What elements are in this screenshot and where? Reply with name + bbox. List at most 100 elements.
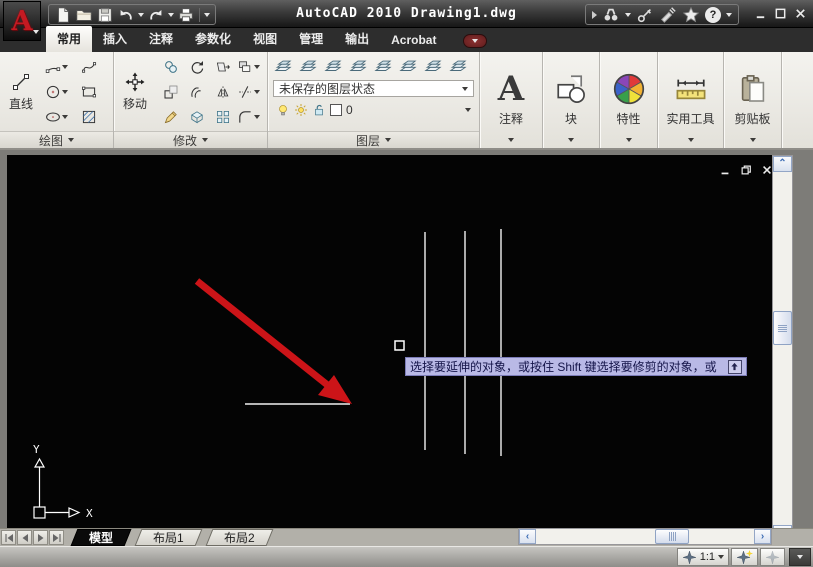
annotation-scale-icon bbox=[682, 550, 697, 565]
layer-unisolate-button[interactable] bbox=[396, 54, 420, 78]
rotate-button[interactable] bbox=[184, 54, 209, 79]
maximize-button[interactable] bbox=[774, 7, 787, 20]
scale-button[interactable] bbox=[158, 79, 183, 104]
panel-modify-footer[interactable]: 修改 bbox=[114, 131, 267, 148]
layer-isolate-button[interactable] bbox=[371, 54, 395, 78]
ucs-y-label: Y bbox=[33, 443, 40, 456]
panel-draw-label: 绘图 bbox=[39, 132, 63, 149]
first-tab-button[interactable] bbox=[1, 530, 16, 545]
close-button[interactable] bbox=[794, 7, 807, 20]
tab-home[interactable]: 常用 bbox=[46, 26, 92, 52]
panel-layers-footer[interactable]: 图层 bbox=[268, 131, 479, 148]
ellipse-button[interactable] bbox=[44, 104, 69, 129]
layer-off-button[interactable] bbox=[446, 54, 470, 78]
offset-button[interactable] bbox=[184, 79, 209, 104]
fillet-button[interactable] bbox=[236, 104, 261, 129]
layer-isolate-icon bbox=[374, 57, 392, 75]
panel-utilities-label: 实用工具 bbox=[666, 110, 714, 127]
ribbon-options-button[interactable] bbox=[463, 34, 487, 48]
tab-layout2-label: 布局2 bbox=[224, 529, 255, 546]
search-dropdown-icon[interactable] bbox=[625, 13, 631, 17]
layer-match-button[interactable] bbox=[321, 54, 345, 78]
autocad-window: A AutoCAD 2010 Drawing1.dwg ? bbox=[0, 0, 813, 567]
hatch-button[interactable] bbox=[76, 104, 101, 129]
fillet-icon bbox=[237, 109, 253, 125]
drawing-canvas[interactable]: Y X 选择要延伸的对象，或按住 Shift 键选择要修剪的对象，或 bbox=[7, 155, 772, 528]
tab-view[interactable]: 视图 bbox=[242, 26, 288, 52]
communication-center-icon[interactable] bbox=[659, 6, 677, 24]
tab-layout1[interactable]: 布局1 bbox=[135, 529, 203, 546]
tab-layout2[interactable]: 布局2 bbox=[205, 529, 273, 546]
scroll-right-button[interactable]: › bbox=[754, 529, 771, 544]
rectangle-button[interactable] bbox=[76, 79, 101, 104]
explode-button[interactable] bbox=[184, 104, 209, 129]
explode-icon bbox=[189, 109, 205, 125]
autoscale-icon bbox=[765, 550, 780, 565]
tab-manage[interactable]: 管理 bbox=[288, 26, 334, 52]
sparkle-icon bbox=[746, 550, 753, 557]
ribbon: 直线 绘图 移动 bbox=[0, 52, 813, 150]
panel-clipboard[interactable]: 剪贴板 bbox=[724, 52, 782, 148]
favorites-icon[interactable] bbox=[682, 6, 700, 24]
tab-acrobat[interactable]: Acrobat bbox=[380, 29, 447, 52]
panel-annotate[interactable]: A 注释 bbox=[480, 52, 543, 148]
dynamic-input-icon[interactable] bbox=[728, 360, 742, 374]
layer-properties-button[interactable] bbox=[271, 54, 295, 78]
next-tab-button[interactable] bbox=[33, 530, 48, 545]
status-bar-menu-button[interactable] bbox=[789, 548, 811, 566]
subscription-center-icon[interactable] bbox=[636, 6, 654, 24]
collapse-icon[interactable] bbox=[592, 11, 597, 19]
drawing-restore-button[interactable] bbox=[740, 164, 752, 176]
horizontal-scroll-thumb[interactable] bbox=[655, 529, 689, 544]
layer-previous-button[interactable] bbox=[346, 54, 370, 78]
trim-button[interactable] bbox=[236, 79, 261, 104]
tab-output[interactable]: 输出 bbox=[334, 26, 380, 52]
copy-button[interactable] bbox=[158, 54, 183, 79]
mirror-button[interactable] bbox=[210, 79, 235, 104]
erase-button[interactable] bbox=[158, 104, 183, 129]
annotation-visibility-button[interactable] bbox=[731, 548, 758, 566]
panel-utilities[interactable]: 实用工具 bbox=[658, 52, 724, 148]
vertical-scrollbar[interactable]: ⌃ ⌄ bbox=[772, 155, 793, 542]
layer-freeze-button[interactable] bbox=[421, 54, 445, 78]
tab-annotate[interactable]: 注释 bbox=[138, 26, 184, 52]
help-dropdown-icon[interactable] bbox=[726, 13, 732, 17]
tab-model[interactable]: 模型 bbox=[71, 529, 132, 546]
array-stack-button[interactable] bbox=[236, 54, 261, 79]
panel-draw-footer[interactable]: 绘图 bbox=[0, 131, 113, 148]
spline-button[interactable] bbox=[76, 54, 101, 79]
search-icon[interactable] bbox=[602, 6, 620, 24]
layer-state-button[interactable] bbox=[296, 54, 320, 78]
array-button[interactable] bbox=[210, 104, 235, 129]
command-prompt-text: 选择要延伸的对象，或按住 Shift 键选择要修剪的对象，或 bbox=[410, 358, 717, 375]
layer-dropdown[interactable]: 0 bbox=[273, 100, 474, 119]
application-menu-button[interactable]: A bbox=[3, 1, 41, 41]
line-button[interactable]: 直线 bbox=[0, 54, 42, 130]
red-arrow-shaft bbox=[197, 281, 330, 387]
panel-properties[interactable]: 特性 bbox=[600, 52, 658, 148]
arc-button[interactable] bbox=[44, 54, 69, 79]
chevron-down-icon bbox=[797, 555, 803, 559]
autoscale-button[interactable] bbox=[760, 548, 785, 566]
chevron-down-icon bbox=[68, 138, 74, 142]
help-icon[interactable]: ? bbox=[705, 7, 721, 23]
panel-block[interactable]: 块 bbox=[543, 52, 600, 148]
tab-insert[interactable]: 插入 bbox=[92, 26, 138, 52]
horizontal-scrollbar[interactable]: ‹ › bbox=[518, 528, 772, 545]
move-button[interactable]: 移动 bbox=[114, 54, 156, 130]
chevron-down-icon bbox=[568, 138, 574, 142]
tab-parametric[interactable]: 参数化 bbox=[184, 26, 242, 52]
vertical-scroll-thumb[interactable] bbox=[773, 311, 792, 345]
last-tab-button[interactable] bbox=[49, 530, 64, 545]
scroll-left-button[interactable]: ‹ bbox=[519, 529, 536, 544]
stretch-button[interactable] bbox=[210, 54, 235, 79]
drawing-minimize-button[interactable] bbox=[719, 164, 731, 176]
minimize-button[interactable] bbox=[754, 7, 767, 20]
previous-tab-button[interactable] bbox=[17, 530, 32, 545]
annotation-scale-button[interactable]: 1:1 bbox=[677, 548, 729, 566]
rotate-icon bbox=[189, 59, 205, 75]
circle-button[interactable] bbox=[44, 79, 69, 104]
title-bar: A AutoCAD 2010 Drawing1.dwg ? bbox=[0, 0, 813, 28]
layer-state-dropdown[interactable]: 未保存的图层状态 bbox=[273, 80, 474, 97]
scroll-up-button[interactable]: ⌃ bbox=[773, 156, 792, 172]
